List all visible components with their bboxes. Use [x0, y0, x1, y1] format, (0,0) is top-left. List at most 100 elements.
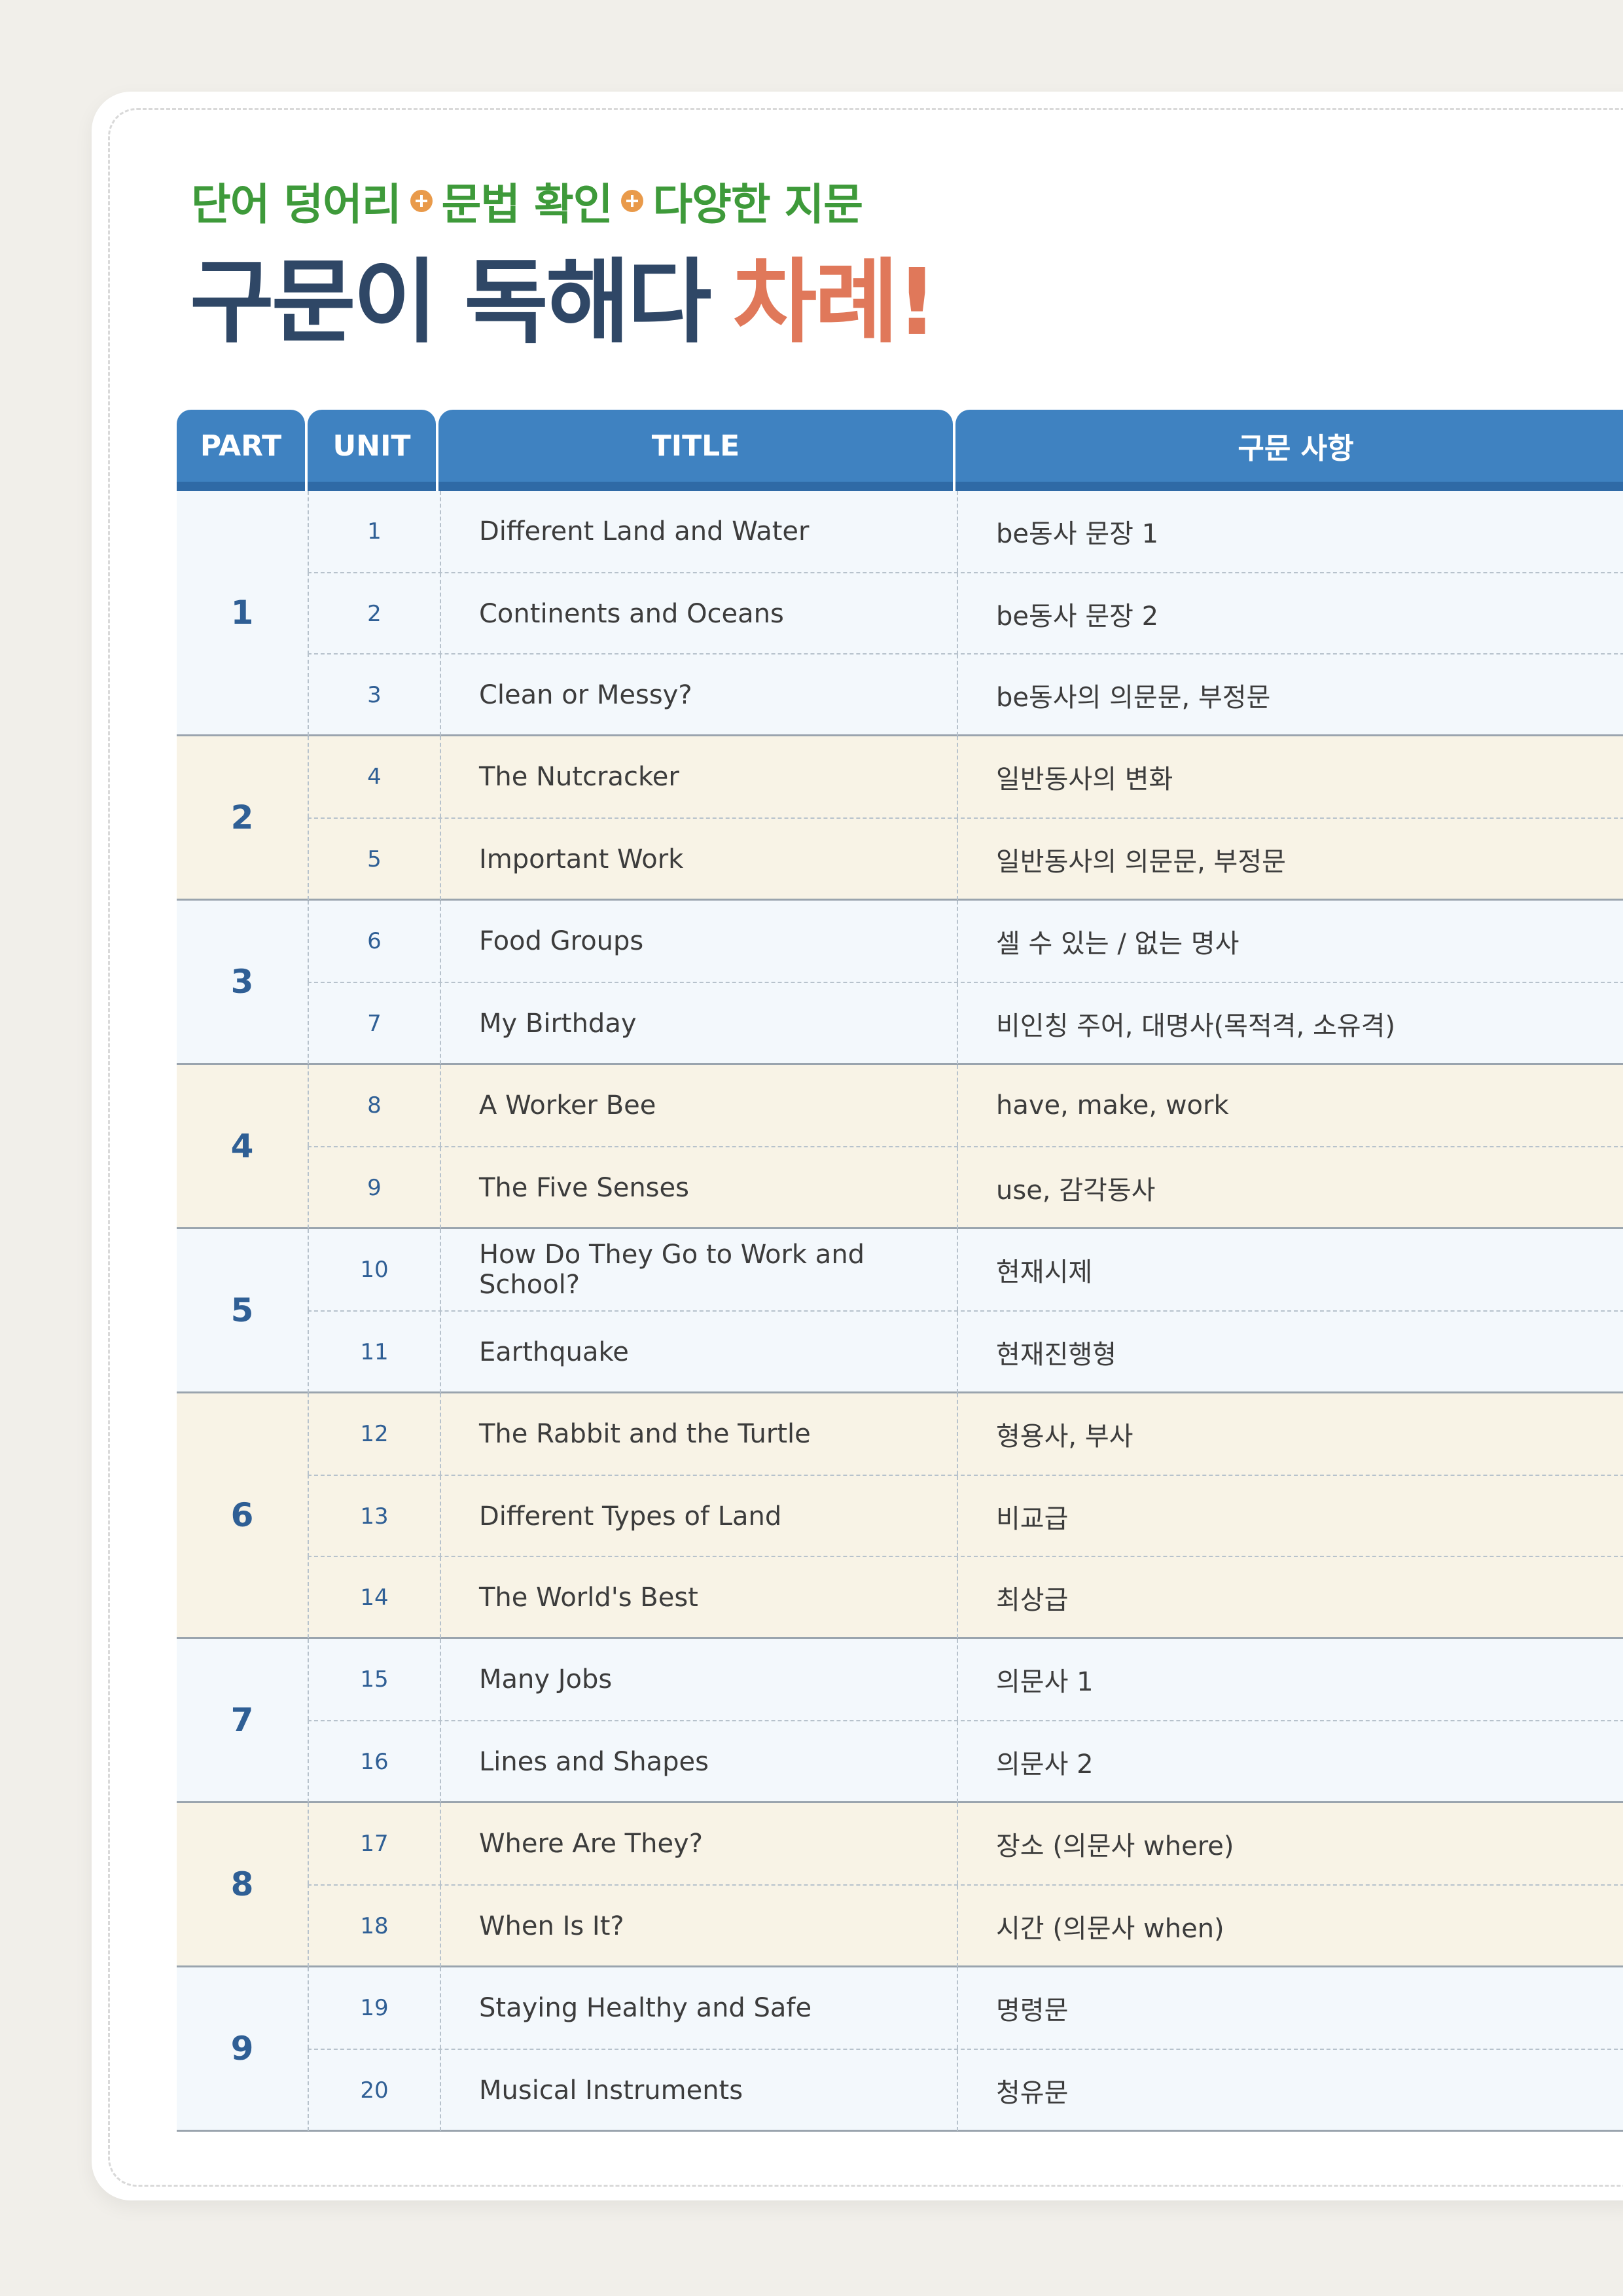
plus-icon [621, 190, 644, 212]
part-number: 5 [230, 1291, 254, 1329]
grammar-point: be동사의 의문문, 부정문 [957, 655, 1623, 736]
unit-number: 16 [360, 1749, 389, 1775]
unit-number: 10 [360, 1257, 389, 1283]
unit-number: 15 [360, 1666, 389, 1693]
unit-number: 5 [367, 846, 382, 872]
grammar-point: 형용사, 부사 [957, 1393, 1623, 1475]
unit-title: Staying Healthy and Safe [440, 1967, 957, 2049]
unit-number: 4 [367, 764, 382, 790]
grammar-point: 시간 (의문사 when) [957, 1886, 1623, 1967]
unit-number: 11 [360, 1339, 389, 1365]
part-block: 1 1 Different Land and Water be동사 문장 1 2 Cont… [177, 491, 1623, 736]
unit-title: My Birthday [440, 983, 957, 1064]
part-number: 2 [230, 798, 254, 836]
table-row: 12 The Rabbit and the Turtle 형용사, 부사 [308, 1393, 1623, 1475]
table-row: 7 My Birthday 비인칭 주어, 대명사(목적격, 소유격) [308, 982, 1623, 1064]
unit-number: 17 [360, 1831, 389, 1857]
unit-number: 1 [367, 518, 382, 545]
page-title-main: 구문이 독해다 [190, 249, 712, 356]
unit-title: A Worker Bee [440, 1065, 957, 1146]
unit-title: Different Types of Land [440, 1476, 957, 1557]
part-number: 9 [230, 2030, 254, 2068]
subtitle-part-2: 문법 확인 [441, 179, 613, 230]
unit-title: The Nutcracker [440, 736, 957, 817]
table-row: 8 A Worker Bee have, make, work [308, 1065, 1623, 1146]
grammar-point: 의문사 1 [957, 1639, 1623, 1720]
page-title-accent: 차례! [732, 249, 938, 356]
grammar-point: be동사 문장 2 [957, 573, 1623, 655]
grammar-point: be동사 문장 1 [957, 491, 1623, 572]
unit-number: 13 [360, 1503, 389, 1530]
unit-number: 2 [367, 601, 382, 627]
table-row: 20 Musical Instruments 청유문 [308, 2049, 1623, 2131]
part-block: 2 4 The Nutcracker 일반동사의 변화 5 Important Work 일… [177, 736, 1623, 901]
unit-title: Many Jobs [440, 1639, 957, 1720]
part-block: 8 17 Where Are They? 장소 (의문사 where) 18 When I… [177, 1803, 1623, 1967]
table-row: 11 Earthquake 현재진행형 [308, 1310, 1623, 1393]
grammar-point: 셀 수 있는 / 없는 명사 [957, 901, 1623, 982]
part-block: 4 8 A Worker Bee have, make, work 9 The Five … [177, 1065, 1623, 1229]
grammar-point: 비인칭 주어, 대명사(목적격, 소유격) [957, 983, 1623, 1064]
part-number: 8 [230, 1865, 254, 1903]
page-title: 구문이 독해다 차례! [190, 242, 938, 356]
unit-title: The Rabbit and the Turtle [440, 1393, 957, 1475]
unit-number: 20 [360, 2077, 389, 2104]
unit-title: Where Are They? [440, 1803, 957, 1884]
part-block: 7 15 Many Jobs 의문사 1 16 Lines and Shapes 의문사 2 [177, 1639, 1623, 1803]
part-block: 6 12 The Rabbit and the Turtle 형용사, 부사 13 Dif… [177, 1393, 1623, 1639]
header-title: TITLE [438, 410, 953, 491]
unit-number: 8 [367, 1092, 382, 1119]
unit-title: Earthquake [440, 1312, 957, 1393]
grammar-point: 현재시제 [957, 1229, 1623, 1310]
unit-title: Different Land and Water [440, 491, 957, 572]
header-part: PART [177, 410, 305, 491]
table-row: 6 Food Groups 셀 수 있는 / 없는 명사 [308, 901, 1623, 982]
unit-number: 7 [367, 1011, 382, 1037]
part-block: 5 10 How Do They Go to Work and School? 현재시… [177, 1229, 1623, 1393]
table-row: 19 Staying Healthy and Safe 명령문 [308, 1967, 1623, 2049]
table-row: 5 Important Work 일반동사의 의문문, 부정문 [308, 817, 1623, 900]
unit-number: 12 [360, 1421, 389, 1447]
table-row: 4 The Nutcracker 일반동사의 변화 [308, 736, 1623, 817]
grammar-point: 청유문 [957, 2050, 1623, 2131]
unit-title: The World's Best [440, 1557, 957, 1638]
table-row: 3 Clean or Messy? be동사의 의문문, 부정문 [308, 653, 1623, 736]
grammar-point: 장소 (의문사 where) [957, 1803, 1623, 1884]
unit-number: 6 [367, 928, 382, 954]
table-row: 2 Continents and Oceans be동사 문장 2 [308, 572, 1623, 655]
unit-title: Food Groups [440, 901, 957, 982]
subtitle: 단어 덩어리 문법 확인 다양한 지문 [191, 171, 863, 230]
grammar-point: 최상급 [957, 1557, 1623, 1638]
table-row: 14 The World's Best 최상급 [308, 1556, 1623, 1638]
unit-title: Important Work [440, 819, 957, 900]
grammar-point: 비교급 [957, 1476, 1623, 1557]
grammar-point: 의문사 2 [957, 1721, 1623, 1803]
grammar-point: 명령문 [957, 1967, 1623, 2049]
part-number: 6 [230, 1496, 254, 1534]
unit-number: 18 [360, 1913, 389, 1939]
table-row: 10 How Do They Go to Work and School? 현재시제 [308, 1229, 1623, 1310]
unit-number: 3 [367, 682, 382, 708]
unit-title: Lines and Shapes [440, 1721, 957, 1803]
unit-title: The Five Senses [440, 1147, 957, 1229]
grammar-point: 현재진행형 [957, 1312, 1623, 1393]
table-row: 1 Different Land and Water be동사 문장 1 [308, 491, 1623, 572]
table-row: 13 Different Types of Land 비교급 [308, 1475, 1623, 1557]
part-number: 4 [230, 1127, 254, 1165]
header-grammar: 구문 사항 [955, 410, 1623, 491]
unit-number: 14 [360, 1585, 389, 1611]
subtitle-part-3: 다양한 지문 [652, 179, 863, 230]
grammar-point: 일반동사의 의문문, 부정문 [957, 819, 1623, 900]
unit-number: 9 [367, 1175, 382, 1201]
part-number: 7 [230, 1701, 254, 1739]
grammar-point: 일반동사의 변화 [957, 736, 1623, 817]
part-number: 1 [230, 594, 254, 632]
subtitle-part-1: 단어 덩어리 [191, 179, 402, 230]
table-row: 17 Where Are They? 장소 (의문사 where) [308, 1803, 1623, 1884]
unit-title: How Do They Go to Work and School? [440, 1229, 957, 1310]
grammar-point: have, make, work [957, 1065, 1623, 1146]
unit-title: Clean or Messy? [440, 655, 957, 736]
part-block: 9 19 Staying Healthy and Safe 명령문 20 Musical … [177, 1967, 1623, 2132]
grammar-point: use, 감각동사 [957, 1147, 1623, 1229]
unit-title: When Is It? [440, 1886, 957, 1967]
